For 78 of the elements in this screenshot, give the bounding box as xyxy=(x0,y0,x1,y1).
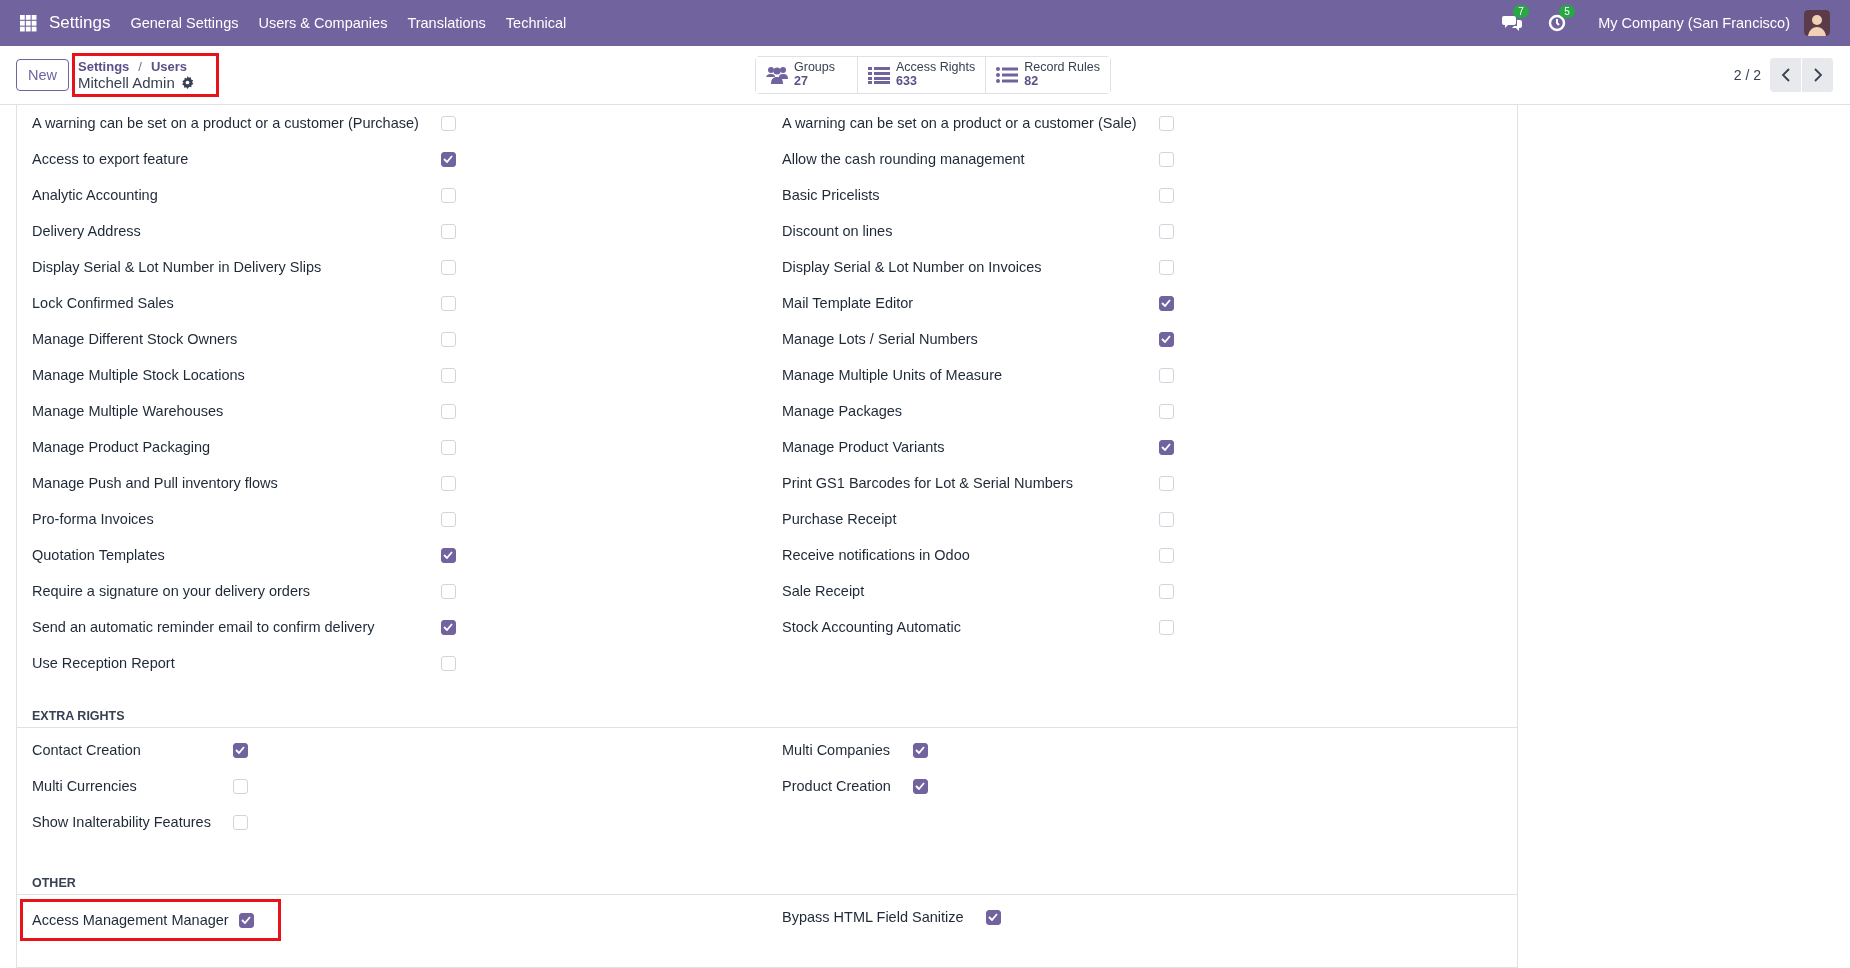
field-label: Send an automatic reminder email to confirm delivery xyxy=(32,619,376,635)
checkbox[interactable] xyxy=(985,909,1001,925)
field-label: Manage Different Stock Owners xyxy=(32,331,239,347)
field-label: Manage Multiple Stock Locations xyxy=(32,367,246,383)
field-label: Discount on lines xyxy=(782,223,894,239)
field-label: Quotation Templates xyxy=(32,547,166,563)
checkbox[interactable] xyxy=(1158,295,1174,311)
app-name[interactable]: Settings xyxy=(49,13,111,33)
field-label: Mail Template Editor xyxy=(782,295,915,311)
checkbox[interactable] xyxy=(238,912,254,928)
company-switcher[interactable]: My Company (San Francisco) xyxy=(1598,15,1790,31)
field-label: Display Serial & Lot Number in Delivery Slips xyxy=(32,259,323,275)
field-label: Analytic Accounting xyxy=(32,187,159,203)
section-heading: EXTRA RIGHTS xyxy=(17,703,1517,728)
new-button[interactable]: New xyxy=(16,59,69,91)
field-label: Multi Currencies xyxy=(32,778,138,794)
notification-badge: 5 xyxy=(1559,5,1575,18)
users-icon xyxy=(766,65,788,85)
field-label: Basic Pricelists xyxy=(782,187,881,203)
gear-icon[interactable] xyxy=(180,76,194,89)
next-button[interactable] xyxy=(1802,58,1834,92)
field-label: Access to export feature xyxy=(32,151,190,167)
checkbox[interactable] xyxy=(440,547,456,563)
field-label: Print GS1 Barcodes for Lot & Serial Numbers xyxy=(782,475,1074,491)
field-label: Use Reception Report xyxy=(32,655,176,671)
field-label: Pro-forma Invoices xyxy=(32,511,155,527)
field-label: Require a signature on your delivery orders xyxy=(32,583,312,599)
field-label: Show Inalterability Features xyxy=(32,814,212,830)
field-label: Manage Packages xyxy=(782,403,904,419)
notification-badge: 7 xyxy=(1513,5,1529,18)
checkbox[interactable] xyxy=(912,778,928,794)
field-label: Manage Multiple Units of Measure xyxy=(782,367,1004,383)
chevron-left-icon xyxy=(1780,68,1791,82)
field-label: Bypass HTML Field Sanitize xyxy=(782,909,965,925)
field-label: Access Management Manager xyxy=(32,912,229,928)
menu-item[interactable]: Translations xyxy=(407,15,486,31)
field-label: Delivery Address xyxy=(32,223,142,239)
checkbox[interactable] xyxy=(1158,439,1174,455)
chat-icon[interactable] xyxy=(1502,14,1523,32)
chevron-right-icon xyxy=(1812,68,1823,82)
breadcrumb-link[interactable]: Settings xyxy=(78,59,130,74)
field-label: Manage Lots / Serial Numbers xyxy=(782,331,979,347)
field-label: Product Creation xyxy=(782,778,892,794)
list-icon xyxy=(868,66,890,84)
breadcrumb-separator: / xyxy=(138,59,142,74)
checkbox[interactable] xyxy=(440,619,456,635)
field-label: Allow the cash rounding management xyxy=(782,151,1026,167)
checkbox[interactable] xyxy=(440,151,456,167)
menu-item[interactable]: Users & Companies xyxy=(258,15,388,31)
field-label: Lock Confirmed Sales xyxy=(32,295,175,311)
bullet-list-icon xyxy=(996,66,1019,84)
field-label: Display Serial & Lot Number on Invoices xyxy=(782,259,1043,275)
app-grid-icon[interactable] xyxy=(20,14,37,32)
checkbox[interactable] xyxy=(912,742,928,758)
field-label: Sale Receipt xyxy=(782,583,866,599)
field-label: Multi Companies xyxy=(782,742,891,758)
pager-value: 2 / 2 xyxy=(1733,67,1761,83)
field-label: Purchase Receipt xyxy=(782,511,898,527)
field-label: Manage Product Variants xyxy=(782,439,946,455)
field-label: Manage Push and Pull inventory flows xyxy=(32,475,279,491)
menu-item[interactable]: Technical xyxy=(505,15,567,31)
field-label: Manage Product Packaging xyxy=(32,439,212,455)
menu-item[interactable]: General Settings xyxy=(130,15,239,31)
breadcrumb-link[interactable]: Users xyxy=(150,59,188,74)
field-label: A warning can be set on a product or a customer (Sale) xyxy=(782,115,1138,131)
field-label: Receive notifications in Odoo xyxy=(782,547,971,563)
section-heading: OTHER xyxy=(17,870,1517,895)
field-label: A warning can be set on a product or a customer (Purchase) xyxy=(32,115,420,131)
checkbox[interactable] xyxy=(1158,331,1174,347)
field-label: Manage Multiple Warehouses xyxy=(32,403,225,419)
user-avatar[interactable] xyxy=(1804,10,1830,36)
field-label: Stock Accounting Automatic xyxy=(782,619,962,635)
field-label: Contact Creation xyxy=(32,742,142,758)
checkbox[interactable] xyxy=(232,742,248,758)
smart-button[interactable]: Groups 27 xyxy=(756,57,858,93)
previous-button[interactable] xyxy=(1770,58,1802,92)
record-name: Mitchell Admin xyxy=(78,74,175,91)
clock-icon[interactable] xyxy=(1548,14,1567,32)
